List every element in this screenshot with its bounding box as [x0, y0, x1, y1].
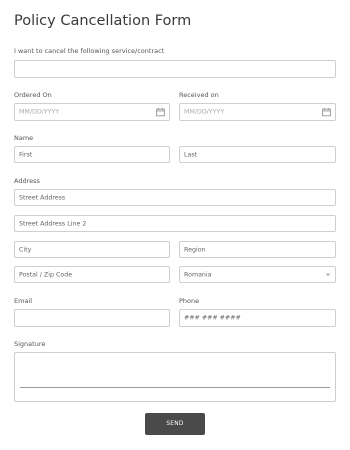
country-select[interactable]: Romania	[179, 266, 336, 283]
service-input[interactable]	[14, 60, 336, 78]
first-name-placeholder: First	[19, 151, 33, 158]
country-selected-value: Romania	[184, 271, 212, 278]
region-placeholder: Region	[184, 246, 206, 253]
phone-input[interactable]: ### ### ####	[179, 309, 336, 327]
calendar-icon[interactable]	[156, 107, 165, 117]
first-name-input[interactable]: First	[14, 146, 170, 163]
chevron-down-icon	[326, 273, 330, 276]
ordered-on-placeholder: MM/DD/YYYY	[19, 108, 60, 116]
address-label: Address	[14, 177, 40, 185]
service-label: I want to cancel the following service/c…	[14, 47, 165, 55]
phone-placeholder: ### ### ####	[184, 314, 241, 322]
street-address-input[interactable]: Street Address	[14, 189, 336, 206]
signature-line	[20, 387, 330, 388]
postal-code-placeholder: Postal / Zip Code	[19, 271, 73, 278]
received-on-input[interactable]: MM/DD/YYYY	[179, 103, 336, 121]
last-name-placeholder: Last	[184, 151, 198, 158]
form-title: Policy Cancellation Form	[14, 13, 192, 29]
received-on-placeholder: MM/DD/YYYY	[184, 108, 225, 116]
signature-pad[interactable]	[14, 352, 336, 402]
street-address-placeholder: Street Address	[19, 194, 66, 201]
city-placeholder: City	[19, 246, 32, 253]
email-input[interactable]	[14, 309, 170, 327]
ordered-on-label: Ordered On	[14, 91, 52, 99]
ordered-on-input[interactable]: MM/DD/YYYY	[14, 103, 170, 121]
city-input[interactable]: City	[14, 241, 170, 258]
calendar-icon[interactable]	[322, 107, 331, 117]
phone-label: Phone	[179, 297, 200, 305]
email-label: Email	[14, 297, 33, 305]
street-address-line2-input[interactable]: Street Address Line 2	[14, 215, 336, 232]
last-name-input[interactable]: Last	[179, 146, 336, 163]
send-button[interactable]: SEND	[145, 413, 205, 435]
region-input[interactable]: Region	[179, 241, 336, 258]
signature-label: Signature	[14, 340, 46, 348]
postal-code-input[interactable]: Postal / Zip Code	[14, 266, 170, 283]
name-label: Name	[14, 134, 34, 142]
received-on-label: Received on	[179, 91, 219, 99]
street-address-line2-placeholder: Street Address Line 2	[19, 220, 87, 227]
